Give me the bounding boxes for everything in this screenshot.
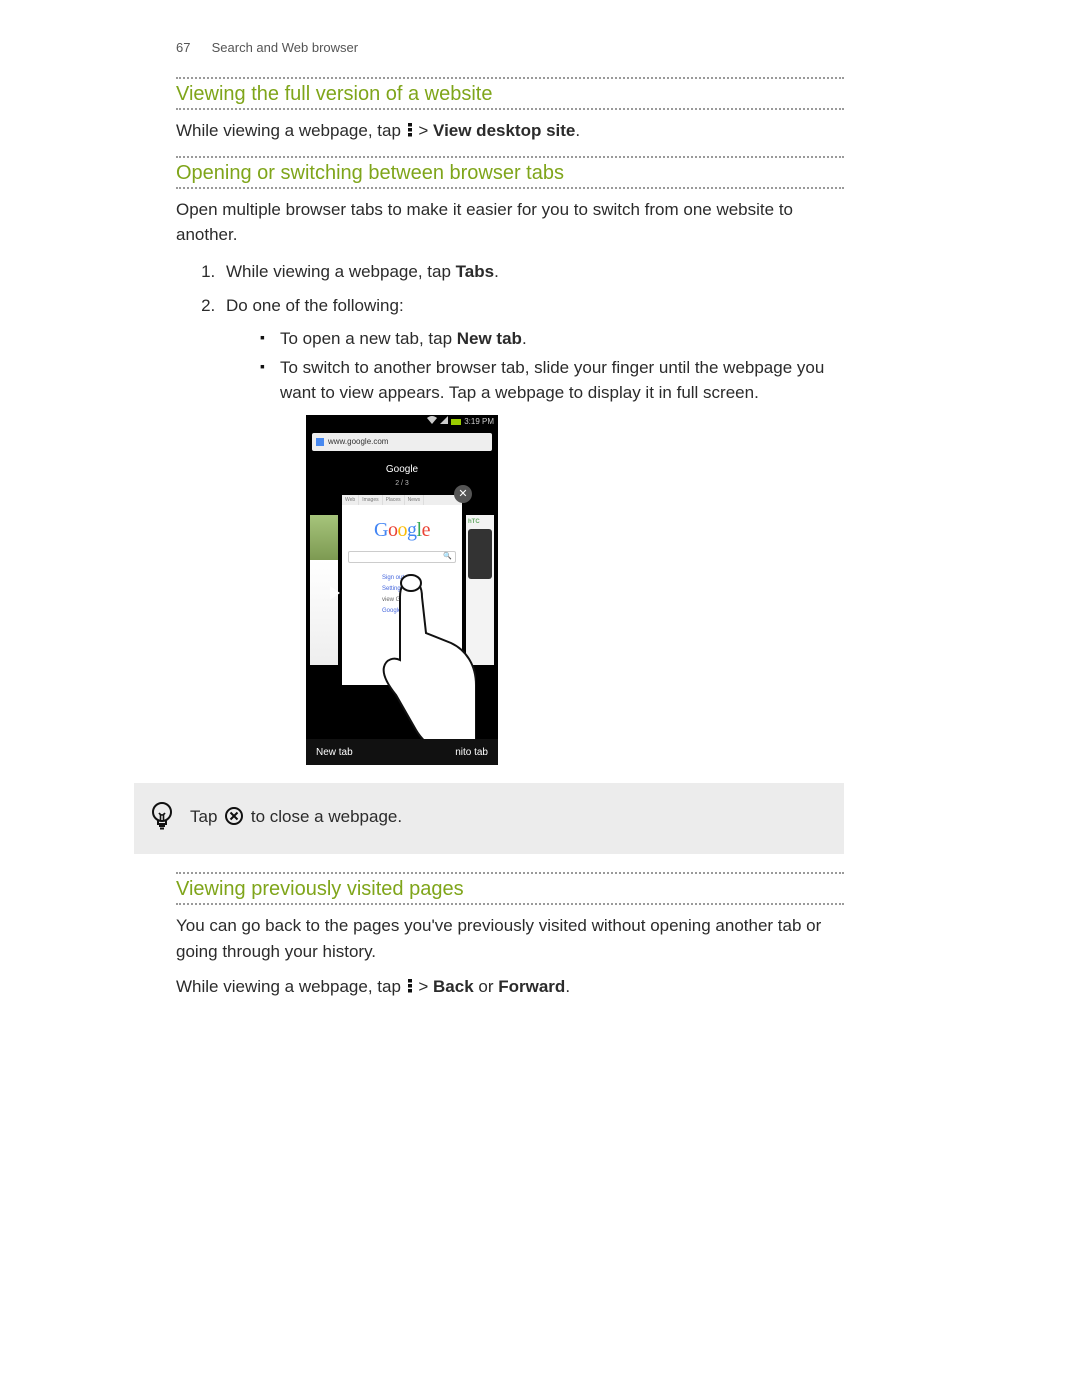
step-item: Do one of the following: To open a new t… [220,292,844,765]
header-section: Search and Web browser [212,40,358,55]
incognito-tab-label: nito tab [455,744,488,761]
phone-illustration: 3:19 PM www.google.com Google 2 / 3 ✕ [306,415,844,765]
tab-card-right: hTC [466,515,494,665]
divider [176,156,844,158]
tip-text: Tap to close a webpage. [190,806,402,831]
new-tab-button-label: New tab [316,744,353,761]
text-fragment: While viewing a webpage, tap [226,262,456,281]
text-fragment: . [575,121,580,140]
close-tab-icon: ✕ [454,485,472,503]
mini-search-bar: 🔍 [348,551,456,563]
mini-tab: Web [342,495,359,505]
mini-tab: Images [359,495,382,505]
text-fragment: Do one of the following: [226,296,404,315]
bullet-item: To open a new tab, tap New tab. [260,327,844,352]
url-text: www.google.com [328,435,388,449]
tip-callout: Tap to close a webpage. [134,783,844,854]
text-fragment: Tap [190,807,222,826]
current-tab-title: Google [306,461,498,478]
menu-item-label: Back [433,977,474,996]
status-bar: 3:19 PM [306,415,498,429]
bullet-item: To switch to another browser tab, slide … [260,356,844,405]
wifi-icon [427,415,437,429]
document-page: 67 Search and Web browser Viewing the fu… [0,0,1080,1002]
section-heading-full-version: Viewing the full version of a website [176,83,844,110]
overflow-menu-icon [406,976,414,1002]
overflow-menu-icon [406,120,414,146]
google-logo: Google [342,513,462,547]
text-fragment: . [522,329,527,348]
mini-tab: News [405,495,425,505]
content-column: 67 Search and Web browser Viewing the fu… [176,40,844,1002]
text-fragment: or [478,977,498,996]
menu-item-label: Forward [498,977,565,996]
ui-label: Tabs [456,262,494,281]
text-fragment: To open a new tab, tap [280,329,457,348]
mini-link: Google [382,606,462,617]
signal-icon [440,415,448,429]
divider [176,77,844,79]
url-bar: www.google.com [312,433,492,451]
step-item: While viewing a webpage, tap Tabs. [220,258,844,287]
htc-logo: hTC [468,517,480,527]
bullet-list: To open a new tab, tap New tab. To switc… [260,327,844,405]
ordered-steps: While viewing a webpage, tap Tabs. Do on… [220,258,844,766]
text-fragment: to close a webpage. [251,807,402,826]
section-heading-tabs: Opening or switching between browser tab… [176,162,844,189]
swipe-indicator-icon [328,580,398,606]
section-heading-history: Viewing previously visited pages [176,878,844,905]
text-fragment: While viewing a webpage, tap [176,121,406,140]
divider [176,872,844,874]
body-text: Open multiple browser tabs to make it ea… [176,197,844,248]
search-icon: 🔍 [443,551,452,563]
text-fragment: > [418,977,433,996]
product-thumbnail [468,529,492,579]
mini-tabs: Web Images Places News [342,495,462,505]
text-fragment: . [494,262,499,281]
text-fragment: . [565,977,570,996]
close-circle-icon [224,806,244,831]
status-time: 3:19 PM [464,415,494,429]
ui-label: New tab [457,329,522,348]
body-text: While viewing a webpage, tap > View desk… [176,118,844,146]
battery-icon [451,419,461,425]
menu-item-label: View desktop site [433,121,575,140]
mini-tab: Places [383,495,405,505]
favicon-icon [316,438,324,446]
body-text: You can go back to the pages you've prev… [176,913,844,964]
lightbulb-icon [150,818,174,835]
tabs-bottom-bar: New tab nito tab [306,739,498,765]
tip-icon-wrap [134,801,190,836]
phone-frame: 3:19 PM www.google.com Google 2 / 3 ✕ [306,415,498,765]
text-fragment: While viewing a webpage, tap [176,977,406,996]
body-text: While viewing a webpage, tap > Back or F… [176,974,844,1002]
page-number: 67 [176,40,208,55]
running-header: 67 Search and Web browser [176,40,844,55]
text-fragment: > [418,121,433,140]
